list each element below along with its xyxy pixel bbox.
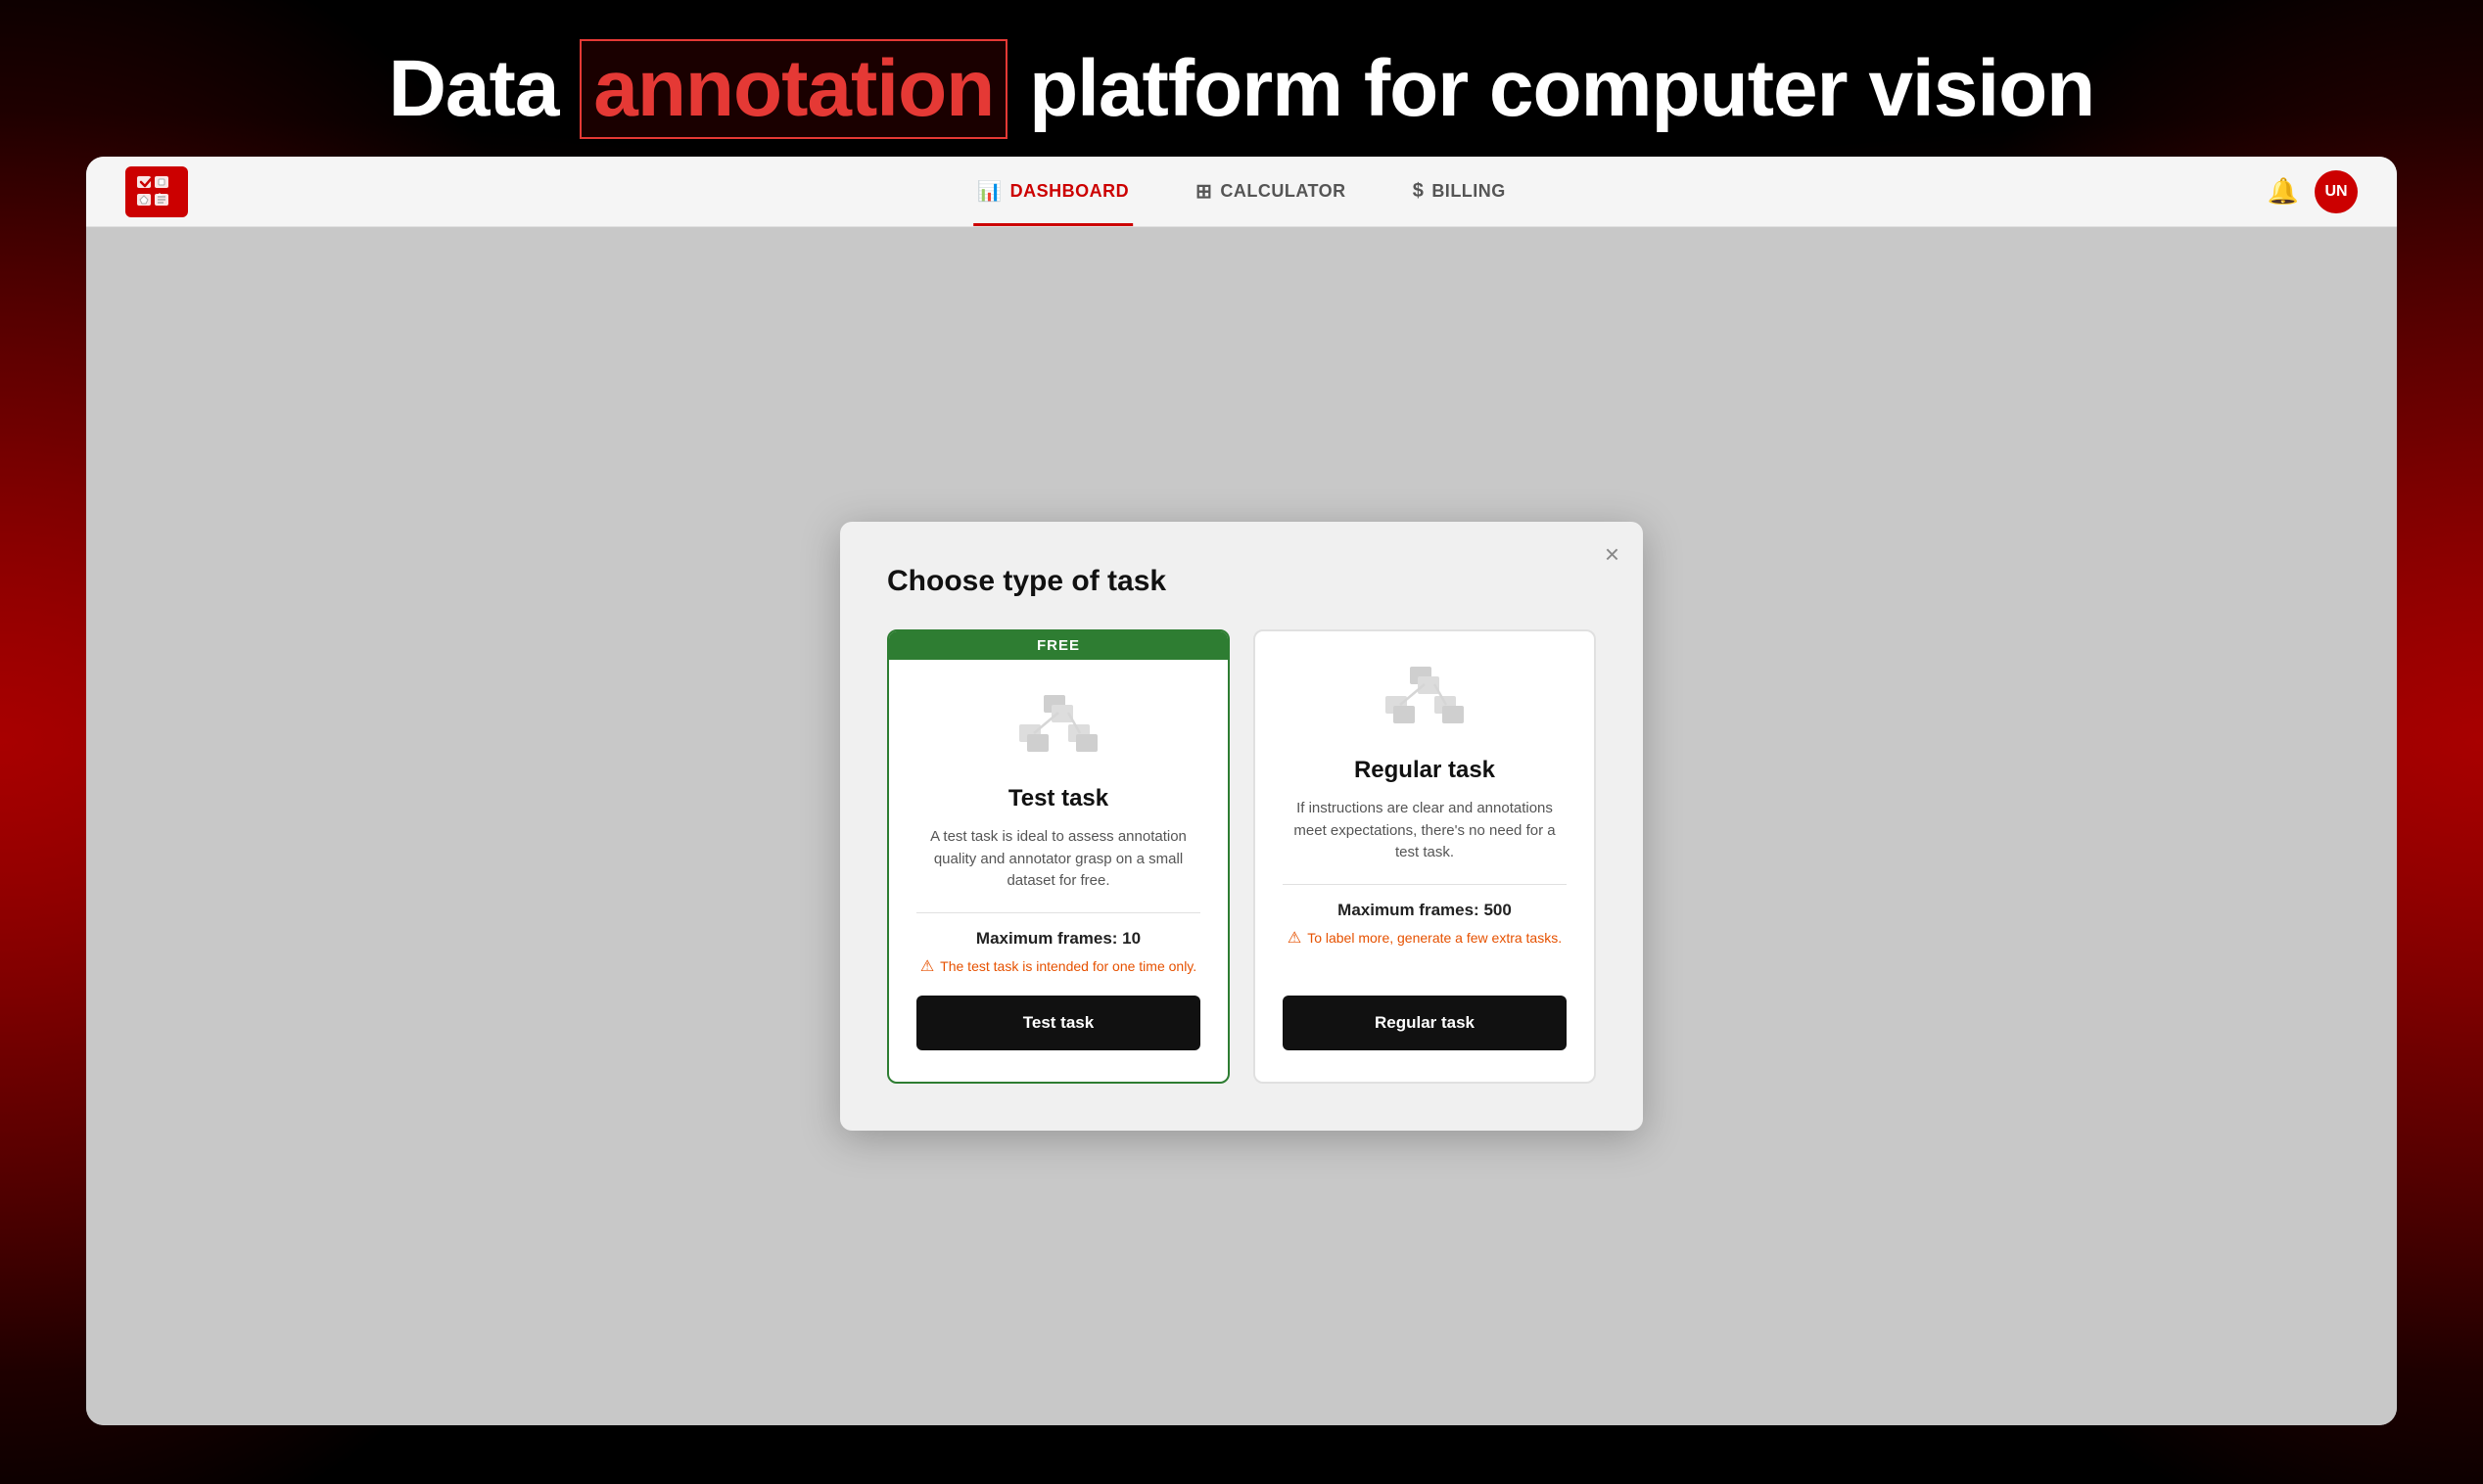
regular-task-body: Regular task If instructions are clear a… — [1255, 631, 1594, 1082]
regular-task-button[interactable]: Regular task — [1283, 996, 1567, 1050]
content-area: × Choose type of task FREE — [86, 227, 2397, 1425]
regular-task-icon-svg — [1381, 662, 1469, 735]
test-task-warning-icon: ⚠ — [920, 956, 934, 976]
headline-prefix: Data — [389, 44, 581, 133]
test-task-divider — [916, 912, 1200, 913]
regular-task-warning: ⚠ To label more, generate a few extra ta… — [1288, 928, 1562, 948]
bell-icon[interactable]: 🔔 — [2268, 176, 2299, 207]
regular-task-card: Regular task If instructions are clear a… — [1253, 629, 1596, 1084]
test-task-description: A test task is ideal to assess annotatio… — [916, 826, 1200, 893]
logo-svg — [135, 174, 178, 209]
modal-close-button[interactable]: × — [1605, 541, 1619, 567]
headline-suffix: platform for computer vision — [1007, 44, 2094, 133]
test-task-card: FREE — [887, 629, 1230, 1084]
regular-task-icon — [1381, 659, 1469, 737]
test-task-icon — [1014, 687, 1102, 765]
regular-task-divider — [1283, 884, 1567, 885]
test-task-title: Test task — [1008, 785, 1108, 812]
user-avatar[interactable]: UN — [2315, 170, 2358, 213]
dashboard-icon: 📊 — [977, 179, 1002, 204]
user-initials: UN — [2324, 183, 2347, 201]
regular-task-warning-icon: ⚠ — [1288, 928, 1301, 948]
test-task-button[interactable]: Test task — [916, 996, 1200, 1050]
test-task-warning: ⚠ The test task is intended for one time… — [920, 956, 1196, 976]
logo-icon — [125, 166, 188, 217]
billing-icon: $ — [1413, 180, 1425, 203]
modal: × Choose type of task FREE — [840, 522, 1643, 1131]
regular-task-frames: Maximum frames: 500 — [1337, 901, 1512, 920]
nav-label-calculator: CALCULATOR — [1220, 181, 1345, 202]
nav-item-dashboard[interactable]: 📊 DASHBOARD — [973, 157, 1133, 226]
cards-row: FREE — [887, 629, 1596, 1084]
regular-task-description: If instructions are clear and annotation… — [1283, 798, 1567, 864]
nav-right: 🔔 UN — [2268, 170, 2358, 213]
nav-item-calculator[interactable]: ⊞ CALCULATOR — [1192, 157, 1350, 226]
nav-item-billing[interactable]: $ BILLING — [1409, 157, 1510, 226]
headline: Data annotation platform for computer vi… — [0, 39, 2483, 139]
navbar: 📊 DASHBOARD ⊞ CALCULATOR $ BILLING 🔔 UN — [86, 157, 2397, 227]
test-task-icon-svg — [1014, 690, 1102, 764]
test-task-body: Test task A test task is ideal to assess… — [889, 660, 1228, 1082]
test-task-frames: Maximum frames: 10 — [976, 929, 1141, 949]
nav-label-billing: BILLING — [1431, 181, 1506, 202]
logo[interactable] — [125, 166, 188, 217]
regular-task-title: Regular task — [1354, 757, 1495, 784]
calculator-icon: ⊞ — [1195, 179, 1212, 204]
nav-links: 📊 DASHBOARD ⊞ CALCULATOR $ BILLING — [973, 157, 1510, 226]
headline-highlight: annotation — [580, 39, 1007, 139]
browser-window: 📊 DASHBOARD ⊞ CALCULATOR $ BILLING 🔔 UN … — [86, 157, 2397, 1425]
regular-task-warning-text: To label more, generate a few extra task… — [1307, 930, 1562, 946]
test-task-warning-text: The test task is intended for one time o… — [940, 958, 1196, 974]
test-task-badge: FREE — [889, 631, 1228, 660]
modal-title: Choose type of task — [887, 565, 1596, 598]
nav-label-dashboard: DASHBOARD — [1010, 181, 1130, 202]
